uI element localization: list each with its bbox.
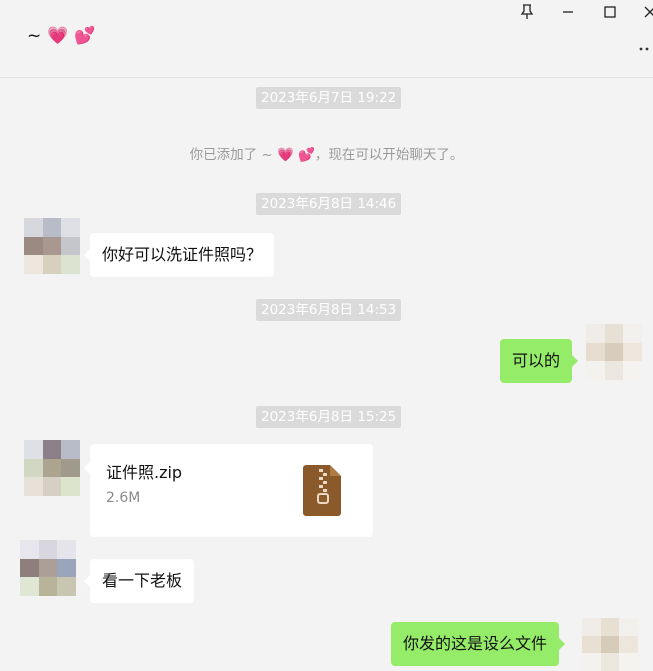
contact-avatar[interactable] <box>24 218 80 274</box>
two-hearts-emoji: 💕 <box>74 26 96 46</box>
sparkling-heart-emoji: 💗 <box>276 147 294 163</box>
system-message: 你已添加了 ~ 💗 💕，现在可以开始聊天了。 <box>0 143 653 163</box>
close-icon[interactable] <box>638 4 653 24</box>
timestamp: 2023年6月8日 14:53 <box>256 299 402 321</box>
message-bubble-received[interactable]: 你好可以洗证件照吗？ <box>83 233 275 277</box>
system-text-before: 你已添加了 ~ <box>189 147 277 163</box>
timestamp: 2023年6月8日 14:46 <box>256 193 402 215</box>
timestamp: 2023年6月7日 19:22 <box>256 87 402 109</box>
minimize-icon[interactable] <box>556 4 580 24</box>
message-bubble-sent[interactable]: 你发的这是设么文件 <box>391 622 566 666</box>
contact-avatar[interactable] <box>24 440 80 496</box>
message-bubble-received[interactable]: 看一下老板 <box>83 559 195 603</box>
timestamp: 2023年6月8日 15:25 <box>256 406 402 428</box>
file-message-card[interactable]: 证件照.zip 2.6M <box>84 444 373 537</box>
two-hearts-emoji: 💕 <box>298 147 315 163</box>
title-bar: ~ 💗 💕 <box>0 0 653 78</box>
more-options-icon[interactable] <box>639 39 649 55</box>
sparkling-heart-emoji: 💗 <box>47 26 69 46</box>
file-name: 证件照.zip <box>106 463 183 482</box>
pin-icon[interactable] <box>515 4 539 24</box>
zip-file-icon <box>303 465 341 516</box>
maximize-icon[interactable] <box>598 4 622 24</box>
own-avatar[interactable] <box>586 324 642 380</box>
title-text: ~ <box>27 26 42 46</box>
chat-title: ~ 💗 💕 <box>27 26 96 46</box>
system-text-after: ，现在可以开始聊天了。 <box>314 147 464 163</box>
contact-avatar[interactable] <box>20 540 76 596</box>
message-bubble-sent[interactable]: 可以的 <box>500 339 579 383</box>
own-avatar[interactable] <box>582 618 638 671</box>
file-size: 2.6M <box>106 490 141 506</box>
